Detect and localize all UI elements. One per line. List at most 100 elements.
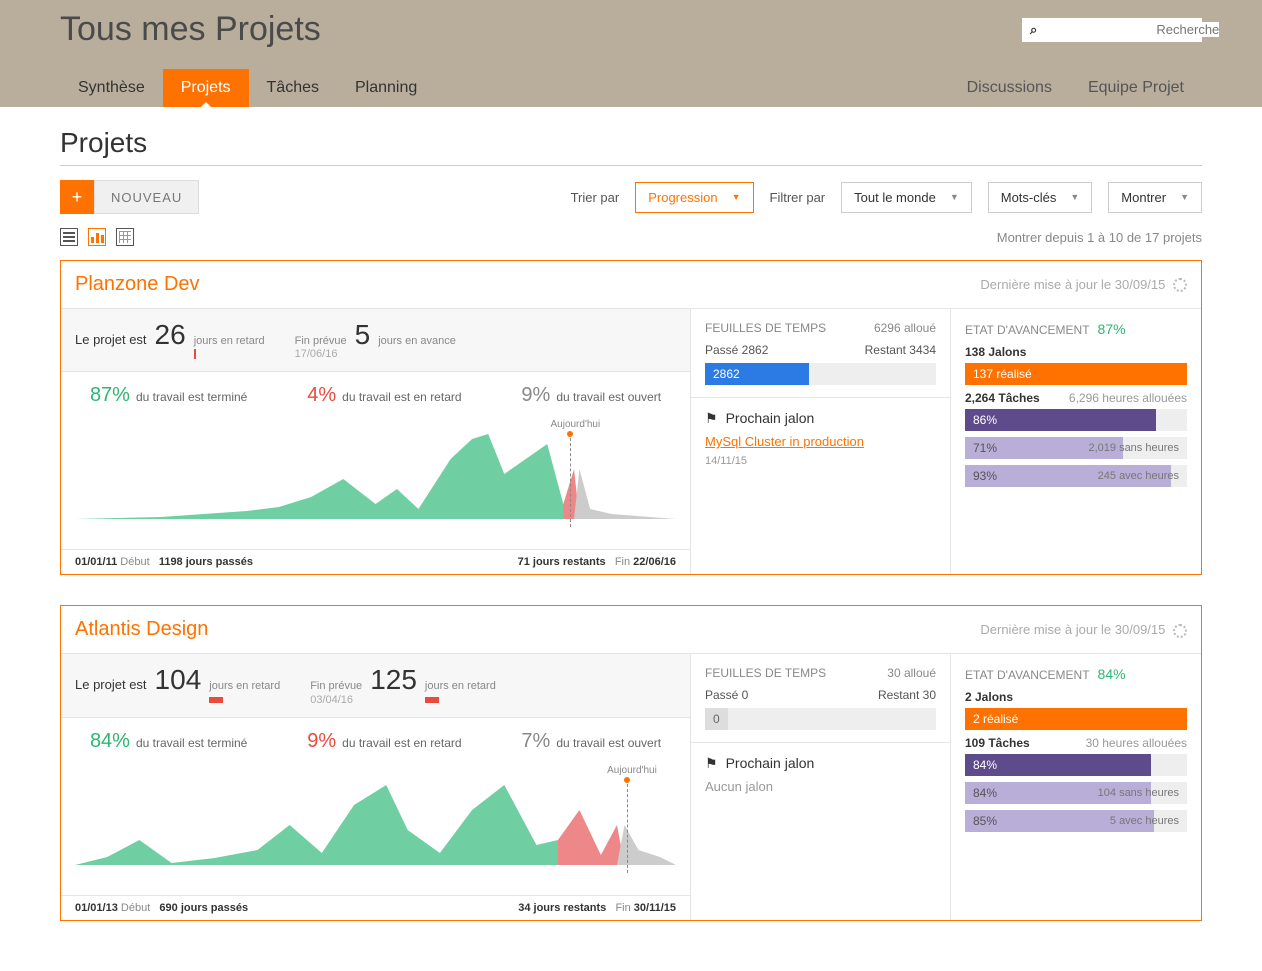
- today-label: Aujourd'hui: [607, 765, 657, 776]
- work-open-text: du travail est ouvert: [556, 390, 661, 404]
- milestone-title: Prochain jalon: [726, 755, 815, 771]
- sort-dropdown[interactable]: Progression ▼: [635, 182, 753, 213]
- timeline-start: 01/01/11: [75, 556, 117, 568]
- show-dropdown[interactable]: Montrer ▼: [1108, 182, 1202, 213]
- work-open-pct: 9%: [521, 384, 550, 407]
- filter-keywords-value: Mots-clés: [1001, 190, 1057, 205]
- jalons-count: 138 Jalons: [965, 345, 1026, 359]
- tab-synthese[interactable]: Synthèse: [60, 69, 163, 107]
- tab-planning[interactable]: Planning: [337, 69, 435, 107]
- progress-title: ETAT D'AVANCEMENT: [965, 323, 1090, 337]
- late-text: jours en retard: [209, 680, 280, 706]
- work-done-pct: 87%: [90, 384, 130, 407]
- view-chart-icon[interactable]: [88, 228, 106, 246]
- tasks-count: 109 Tâches: [965, 736, 1030, 750]
- tasks-count: 2,264 Tâches: [965, 391, 1040, 405]
- timesheet-title: FEUILLES DE TEMPS: [705, 321, 826, 335]
- caret-down-icon: ▼: [1070, 192, 1079, 202]
- workload-chart: Aujourd'hui: [61, 419, 690, 549]
- milestone-none: Aucun jalon: [705, 779, 936, 794]
- result-count: Montrer depuis 1 à 10 de 17 projets: [997, 230, 1202, 245]
- work-late-text: du travail est en retard: [342, 736, 461, 750]
- show-value: Montrer: [1121, 190, 1166, 205]
- timesheet-alloc: 30 alloué: [887, 666, 936, 680]
- search-input[interactable]: [1043, 22, 1219, 37]
- late-days: 26: [155, 319, 186, 351]
- milestone-date: 14/11/15: [705, 455, 936, 467]
- filter-keywords-dropdown[interactable]: Mots-clés ▼: [988, 182, 1093, 213]
- tasks-bar: 86%: [965, 409, 1187, 431]
- project-name-link[interactable]: Atlantis Design: [75, 618, 208, 641]
- view-calendar-icon[interactable]: [116, 228, 134, 246]
- caret-down-icon: ▼: [732, 192, 741, 202]
- timeline-passed: 690 jours passés: [159, 902, 248, 914]
- tab-discussions[interactable]: Discussions: [949, 69, 1070, 107]
- time-remaining: Restant 3434: [865, 343, 936, 357]
- work-late-text: du travail est en retard: [342, 390, 461, 404]
- caret-down-icon: ▼: [1180, 192, 1189, 202]
- section-title: Projets: [60, 127, 1202, 166]
- no-hours-bar: 84%104 sans heures: [965, 782, 1187, 804]
- time-remaining: Restant 30: [878, 688, 936, 702]
- lead-text: jours en avance: [378, 335, 456, 348]
- late-text: jours en retard: [194, 335, 265, 361]
- last-updated: Dernière mise à jour le 30/09/15: [980, 277, 1165, 292]
- timeline-remaining: 34 jours restants: [518, 902, 606, 914]
- caret-down-icon: ▼: [950, 192, 959, 202]
- time-past: Passé 2862: [705, 343, 768, 357]
- project-card: Planzone Dev Dernière mise à jour le 30/…: [60, 260, 1202, 575]
- no-hours-bar: 71%2,019 sans heures: [965, 437, 1187, 459]
- timeline-end-label: Fin: [615, 902, 630, 914]
- view-list-icon[interactable]: [60, 228, 78, 246]
- tasks-bar: 84%: [965, 754, 1187, 776]
- end-label: Fin prévue17/06/16: [295, 335, 347, 361]
- timeline-start-label: Début: [120, 556, 149, 568]
- project-name-link[interactable]: Planzone Dev: [75, 273, 200, 296]
- work-done-text: du travail est terminé: [136, 390, 247, 404]
- lead-text: jours en retard: [425, 680, 496, 706]
- gear-icon[interactable]: [1173, 624, 1187, 638]
- search-icon: ⌕: [1030, 22, 1037, 38]
- end-label: Fin prévue03/04/16: [310, 680, 362, 706]
- jalons-count: 2 Jalons: [965, 690, 1013, 704]
- tasks-hours: 6,296 heures allouées: [1069, 391, 1187, 405]
- progress-title: ETAT D'AVANCEMENT: [965, 668, 1090, 682]
- timeline-end: 22/06/16: [633, 556, 676, 568]
- new-button[interactable]: NOUVEAU: [94, 180, 199, 214]
- milestone-title: Prochain jalon: [726, 410, 815, 426]
- timeline-start: 01/01/13: [75, 902, 118, 914]
- time-bar: 0: [705, 708, 936, 730]
- flag-icon: ⚑: [705, 411, 718, 425]
- late-days: 104: [155, 664, 202, 696]
- tab-projets[interactable]: Projets: [163, 69, 249, 107]
- work-done-pct: 84%: [90, 730, 130, 753]
- work-open-text: du travail est ouvert: [556, 736, 661, 750]
- timesheet-alloc: 6296 alloué: [874, 321, 936, 335]
- add-button[interactable]: +: [60, 180, 94, 214]
- tab-taches[interactable]: Tâches: [249, 69, 337, 107]
- sort-value: Progression: [648, 190, 717, 205]
- jalons-bar: 137 réalisé: [965, 363, 1187, 385]
- progress-pct: 87%: [1098, 321, 1126, 337]
- gear-icon[interactable]: [1173, 278, 1187, 292]
- work-done-text: du travail est terminé: [136, 736, 247, 750]
- lead-days: 125: [370, 664, 417, 696]
- tab-equipe[interactable]: Equipe Projet: [1070, 69, 1202, 107]
- search-box[interactable]: ⌕: [1022, 18, 1202, 42]
- timeline-passed: 1198 jours passés: [159, 556, 253, 568]
- timeline-end: 30/11/15: [634, 902, 676, 914]
- work-late-pct: 9%: [307, 730, 336, 753]
- with-hours-bar: 85%5 avec heures: [965, 810, 1187, 832]
- filter-people-value: Tout le monde: [854, 190, 936, 205]
- status-label: Le projet est: [75, 332, 147, 347]
- lead-days: 5: [355, 319, 371, 351]
- sort-label: Trier par: [571, 190, 620, 205]
- time-past: Passé 0: [705, 688, 748, 702]
- milestone-link[interactable]: MySql Cluster in production: [705, 434, 936, 449]
- workload-chart: Aujourd'hui: [61, 765, 690, 895]
- work-open-pct: 7%: [521, 730, 550, 753]
- work-late-pct: 4%: [307, 384, 336, 407]
- filter-people-dropdown[interactable]: Tout le monde ▼: [841, 182, 972, 213]
- time-bar: 2862: [705, 363, 936, 385]
- timeline-remaining: 71 jours restants: [518, 556, 606, 568]
